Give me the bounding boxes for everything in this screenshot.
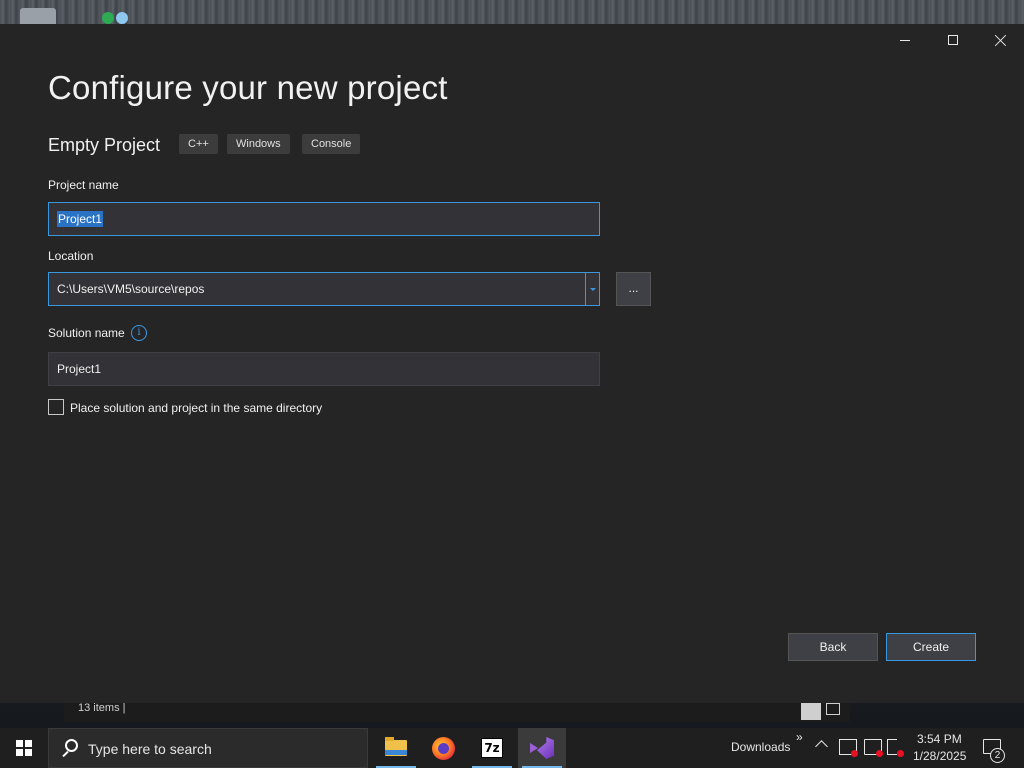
create-button[interactable]: Create: [886, 633, 976, 661]
explorer-status-bar: [64, 700, 850, 722]
tag-project-type: Console: [302, 134, 361, 154]
maximize-button[interactable]: [930, 24, 976, 56]
start-button[interactable]: [0, 728, 48, 768]
desktop-wallpaper-strip: [0, 0, 1024, 24]
project-name-input[interactable]: Project1: [48, 202, 600, 236]
close-icon: [995, 34, 1007, 46]
solution-name-label: Solution name: [48, 326, 125, 340]
solution-name-value: Project1: [57, 362, 102, 376]
location-label: Location: [48, 249, 94, 263]
downloads-toolbar[interactable]: Downloads: [731, 740, 790, 754]
mute-badge-icon: [897, 750, 904, 757]
same-directory-checkbox[interactable]: [48, 399, 64, 415]
solution-name-input[interactable]: Project1: [48, 352, 600, 386]
clock-time[interactable]: 3:54 PM: [917, 732, 962, 746]
clock-date[interactable]: 1/28/2025: [913, 749, 966, 763]
toolbar-expand-icon[interactable]: »: [796, 730, 803, 744]
project-name-value: Project1: [57, 211, 104, 227]
taskbar-file-explorer[interactable]: [372, 728, 420, 768]
browse-location-button[interactable]: ...: [616, 272, 651, 306]
tag-platform: Windows: [227, 134, 290, 154]
taskbar-visual-studio[interactable]: [518, 728, 566, 768]
location-value: C:\Users\VM5\source\repos: [57, 282, 205, 296]
desktop-app-icon[interactable]: [116, 12, 128, 24]
taskbar: Type here to search 7z Downloads » 3:54 …: [0, 728, 1024, 768]
back-button[interactable]: Back: [788, 633, 878, 661]
info-icon[interactable]: i: [131, 325, 147, 341]
desktop-drive-icon[interactable]: [20, 8, 56, 24]
details-view-icon[interactable]: [801, 702, 821, 720]
location-dropdown-button[interactable]: [585, 272, 600, 306]
minimize-icon: [900, 39, 910, 41]
visual-studio-icon: [530, 737, 554, 759]
notification-count-badge: 2: [990, 748, 1005, 763]
tiles-view-icon[interactable]: [826, 703, 840, 715]
configure-project-dialog: Configure your new project Empty Project…: [0, 24, 1024, 703]
7zip-icon: 7z: [481, 738, 503, 758]
error-badge-icon: [851, 750, 858, 757]
location-combobox[interactable]: C:\Users\VM5\source\repos: [48, 272, 600, 306]
tag-language: C++: [179, 134, 218, 154]
search-placeholder: Type here to search: [88, 741, 212, 757]
page-title: Configure your new project: [48, 69, 448, 106]
taskbar-firefox[interactable]: [420, 728, 468, 768]
firefox-icon: [432, 737, 455, 760]
windows-logo-icon: [16, 740, 32, 756]
maximize-icon: [948, 35, 958, 45]
desktop-app-icon[interactable]: [102, 12, 114, 24]
error-badge-icon: [876, 750, 883, 757]
project-name-label: Project name: [48, 178, 119, 192]
search-icon: [61, 739, 81, 759]
same-directory-label[interactable]: Place solution and project in the same d…: [70, 401, 322, 415]
show-hidden-icons-icon[interactable]: [815, 740, 828, 753]
explorer-item-count: 13 items |: [78, 702, 126, 714]
close-button[interactable]: [978, 24, 1024, 56]
volume-icon[interactable]: [887, 739, 897, 755]
taskbar-7zip[interactable]: 7z: [468, 728, 516, 768]
taskbar-search-box[interactable]: Type here to search: [48, 728, 368, 768]
template-name: Empty Project: [48, 135, 161, 155]
minimize-button[interactable]: [882, 24, 928, 56]
chevron-down-icon: [590, 288, 596, 291]
